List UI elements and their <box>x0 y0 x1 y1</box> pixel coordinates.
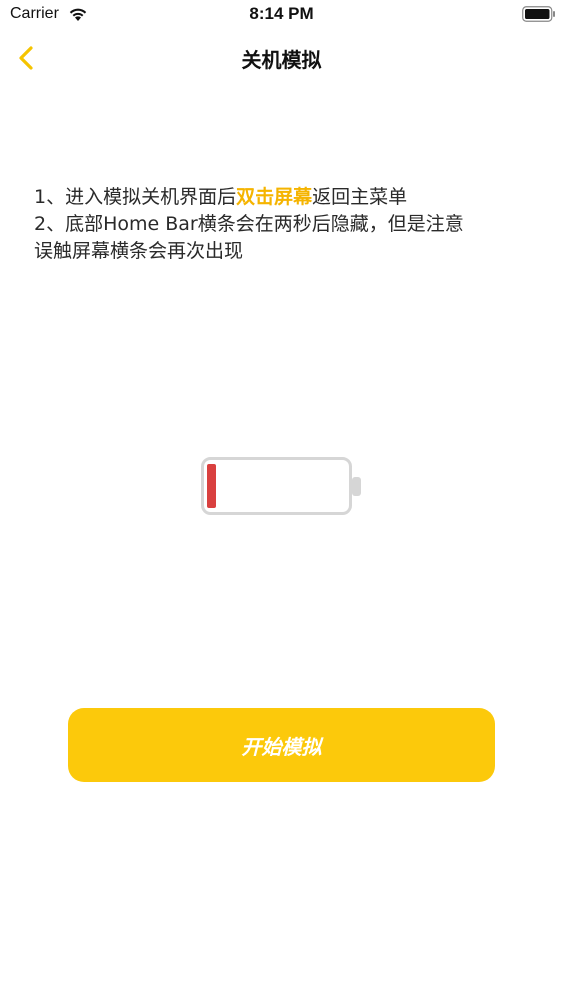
instruction-1-highlight: 双击屏幕 <box>236 186 313 208</box>
page-title: 关机模拟 <box>241 48 322 72</box>
low-battery-icon <box>201 457 361 515</box>
instructions-text: 1、进入模拟关机界面后双击屏幕返回主菜单 2、底部Home Bar横条会在两秒后… <box>34 184 534 265</box>
instruction-line-2: 2、底部Home Bar横条会在两秒后隐藏，但是注意 <box>34 213 464 235</box>
instruction-1-prefix: 1、进入模拟关机界面后 <box>34 186 237 208</box>
instruction-line-1: 1、进入模拟关机界面后双击屏幕返回主菜单 <box>34 184 534 211</box>
start-simulation-button[interactable]: 开始模拟 <box>68 708 495 782</box>
status-bar: Carrier 8:14 PM <box>0 0 563 30</box>
status-time: 8:14 PM <box>249 4 314 23</box>
battery-level-fill <box>207 464 216 508</box>
instruction-line-3: 误触屏幕横条会再次出现 <box>34 240 244 262</box>
instruction-1-suffix: 返回主菜单 <box>312 186 408 208</box>
navigation-bar: 关机模拟 <box>0 30 563 86</box>
battery-full-icon <box>522 6 555 22</box>
